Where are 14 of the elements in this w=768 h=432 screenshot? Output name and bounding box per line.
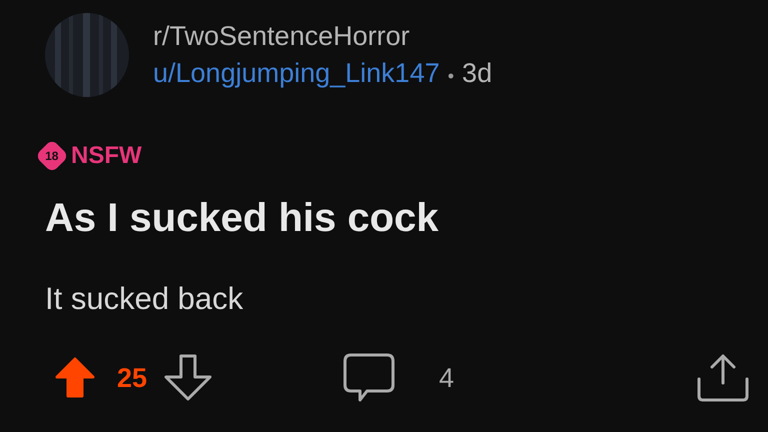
age-badge: 18 [35,139,69,173]
comment-icon[interactable] [343,352,396,404]
author-link[interactable]: u/Longjumping_Link147 [153,58,440,89]
subreddit-name[interactable]: r/TwoSentenceHorror [153,21,492,52]
downvote-icon[interactable] [163,353,214,403]
post-title: As I sucked his cock [45,196,440,241]
nsfw-label: NSFW [71,142,142,170]
separator-dot: • [448,66,454,87]
vote-score: 25 [117,362,148,394]
post-body: It sucked back [45,281,244,317]
post-age: 3d [462,58,492,89]
upvote-icon[interactable] [55,357,95,399]
share-icon[interactable] [696,353,750,403]
comment-count: 4 [439,362,454,394]
